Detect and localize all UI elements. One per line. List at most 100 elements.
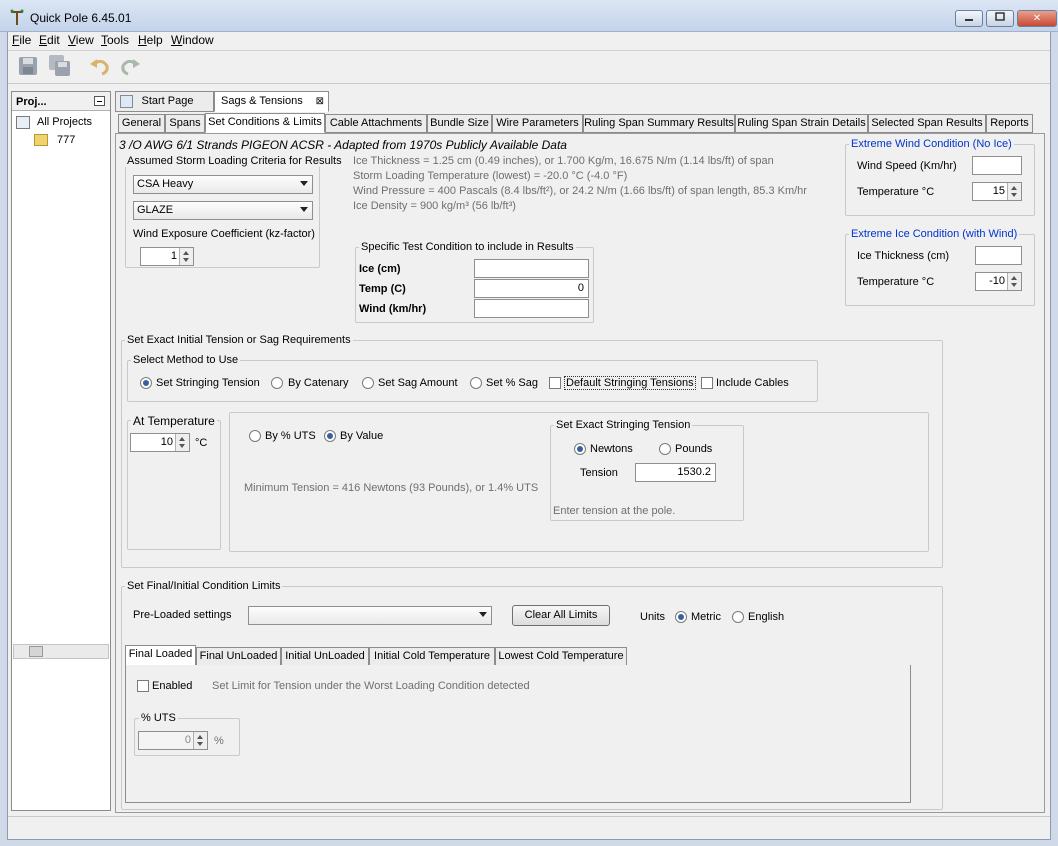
percent-sag-label[interactable]: Set % Sag <box>486 377 538 389</box>
tab-final-loaded[interactable]: Final Loaded <box>125 645 196 666</box>
project-panel-scrollbar[interactable] <box>13 644 109 659</box>
newtons-label[interactable]: Newtons <box>590 443 633 455</box>
tab-initial-cold-temperature[interactable]: Initial Cold Temperature <box>369 647 495 666</box>
undo-icon[interactable] <box>88 54 112 78</box>
at-temperature-label: At Temperature <box>131 414 217 428</box>
uts-stepper[interactable]: 0 <box>138 731 208 750</box>
test-ice-label: Ice (cm) <box>359 263 401 275</box>
include-cables-label[interactable]: Include Cables <box>716 377 789 389</box>
test-wind-field[interactable] <box>474 299 589 318</box>
tab-bundle-size[interactable]: Bundle Size <box>427 114 492 133</box>
storm-type-select[interactable]: GLAZE <box>133 201 313 220</box>
maximize-icon <box>995 12 1005 21</box>
tab-start-page[interactable]: Start Page <box>115 91 214 112</box>
extreme-ice-label: Extreme Ice Condition (with Wind) <box>849 228 1020 240</box>
english-radio[interactable] <box>732 611 744 623</box>
enabled-label[interactable]: Enabled <box>152 680 192 692</box>
exact-tension-label: Set Exact Stringing Tension <box>554 419 693 431</box>
default-stringing-checkbox[interactable] <box>549 377 561 389</box>
tab-wire-parameters[interactable]: Wire Parameters <box>492 114 583 133</box>
menu-file[interactable]: File <box>12 33 31 47</box>
tab-sags-tensions[interactable]: Sags & Tensions ⊠ <box>214 91 329 112</box>
kz-factor-stepper[interactable]: 1 <box>140 247 194 266</box>
extreme-wind-label: Extreme Wind Condition (No Ice) <box>849 138 1014 150</box>
chevron-down-icon <box>479 612 487 617</box>
metric-label[interactable]: Metric <box>691 611 721 623</box>
window-title: Quick Pole 6.45.01 <box>30 11 132 25</box>
stringing-tension-radio[interactable] <box>140 377 152 389</box>
limit-description: Set Limit for Tension under the Worst Lo… <box>212 680 530 692</box>
save-icon[interactable] <box>16 54 40 78</box>
tension-field[interactable]: 1530.2 <box>635 463 716 482</box>
tab-ruling-span-strain[interactable]: Ruling Span Strain Details <box>735 114 868 133</box>
wind-temperature-label: Temperature °C <box>857 186 935 198</box>
maximize-button[interactable] <box>986 10 1014 27</box>
clear-all-limits-button[interactable]: Clear All Limits <box>512 605 610 626</box>
sag-amount-radio[interactable] <box>362 377 374 389</box>
redo-icon[interactable] <box>118 54 142 78</box>
at-temperature-stepper[interactable]: 10 <box>130 433 190 452</box>
tab-final-unloaded[interactable]: Final UnLoaded <box>196 647 281 666</box>
by-value-label[interactable]: By Value <box>340 430 383 442</box>
close-tab-icon[interactable]: ⊠ <box>316 92 324 111</box>
panel-minimize-icon[interactable] <box>94 96 105 106</box>
tab-selected-span-results[interactable]: Selected Span Results <box>868 114 986 133</box>
ice-thickness-field[interactable] <box>975 246 1022 265</box>
default-stringing-label[interactable]: Default Stringing Tensions <box>564 376 696 390</box>
test-temp-field[interactable]: 0 <box>474 279 589 298</box>
english-label[interactable]: English <box>748 611 784 623</box>
storm-criteria-select[interactable]: CSA Heavy <box>133 175 313 194</box>
tab-initial-unloaded[interactable]: Initial UnLoaded <box>281 647 369 666</box>
metric-radio[interactable] <box>675 611 687 623</box>
wind-temperature-stepper[interactable]: 15 <box>972 182 1022 201</box>
pounds-label[interactable]: Pounds <box>675 443 712 455</box>
preloaded-select[interactable] <box>248 606 492 625</box>
arrow-down-icon <box>183 258 189 262</box>
tab-ruling-span-summary[interactable]: Ruling Span Summary Results <box>583 114 735 133</box>
tab-lowest-cold-temperature[interactable]: Lowest Cold Temperature <box>495 647 627 666</box>
tab-general[interactable]: General <box>118 114 165 133</box>
close-button[interactable]: ✕ <box>1017 10 1057 27</box>
test-wind-label: Wind (km/hr) <box>359 303 427 315</box>
title-bar <box>0 0 1058 32</box>
by-uts-radio[interactable] <box>249 430 261 442</box>
arrow-up-icon <box>197 735 203 739</box>
percent-sag-radio[interactable] <box>470 377 482 389</box>
conductor-title: 3 /O AWG 6/1 Strands PIGEON ACSR - Adapt… <box>119 138 567 152</box>
sag-amount-label[interactable]: Set Sag Amount <box>378 377 458 389</box>
include-cables-checkbox[interactable] <box>701 377 713 389</box>
tab-set-conditions[interactable]: Set Conditions & Limits <box>205 113 325 133</box>
catenary-radio[interactable] <box>271 377 283 389</box>
tab-spans[interactable]: Spans <box>165 114 205 133</box>
menu-tools[interactable]: Tools <box>101 33 129 47</box>
tree-item-all-projects[interactable]: All Projects <box>37 116 92 128</box>
menu-edit[interactable]: Edit <box>39 33 60 47</box>
tree-item-project[interactable]: 777 <box>57 134 75 146</box>
scroll-thumb[interactable] <box>29 646 43 657</box>
project-panel-title: Proj... <box>16 96 47 108</box>
newtons-radio[interactable] <box>574 443 586 455</box>
uts-label: % UTS <box>139 712 178 724</box>
catenary-label[interactable]: By Catenary <box>288 377 349 389</box>
test-ice-field[interactable] <box>474 259 589 278</box>
minimize-icon <box>965 19 973 21</box>
tab-cable-attachments[interactable]: Cable Attachments <box>325 114 427 133</box>
enabled-checkbox[interactable] <box>137 680 149 692</box>
save-all-icon[interactable] <box>48 54 72 78</box>
menu-bar <box>8 32 1050 50</box>
storm-temperature-info: Storm Loading Temperature (lowest) = -20… <box>353 170 628 182</box>
menu-window[interactable]: Window <box>171 33 214 47</box>
stringing-tension-label[interactable]: Set Stringing Tension <box>156 377 260 389</box>
arrow-up-icon <box>1011 276 1017 280</box>
project-folder-icon <box>34 134 48 146</box>
wind-speed-field[interactable] <box>972 156 1022 175</box>
by-uts-label[interactable]: By % UTS <box>265 430 316 442</box>
menu-view[interactable]: View <box>68 33 94 47</box>
minimize-button[interactable] <box>955 10 983 27</box>
pounds-radio[interactable] <box>659 443 671 455</box>
by-value-radio[interactable] <box>324 430 336 442</box>
tab-reports[interactable]: Reports <box>986 114 1033 133</box>
ice-temperature-stepper[interactable]: -10 <box>975 272 1022 291</box>
menu-help[interactable]: Help <box>138 33 163 47</box>
arrow-up-icon <box>1011 186 1017 190</box>
